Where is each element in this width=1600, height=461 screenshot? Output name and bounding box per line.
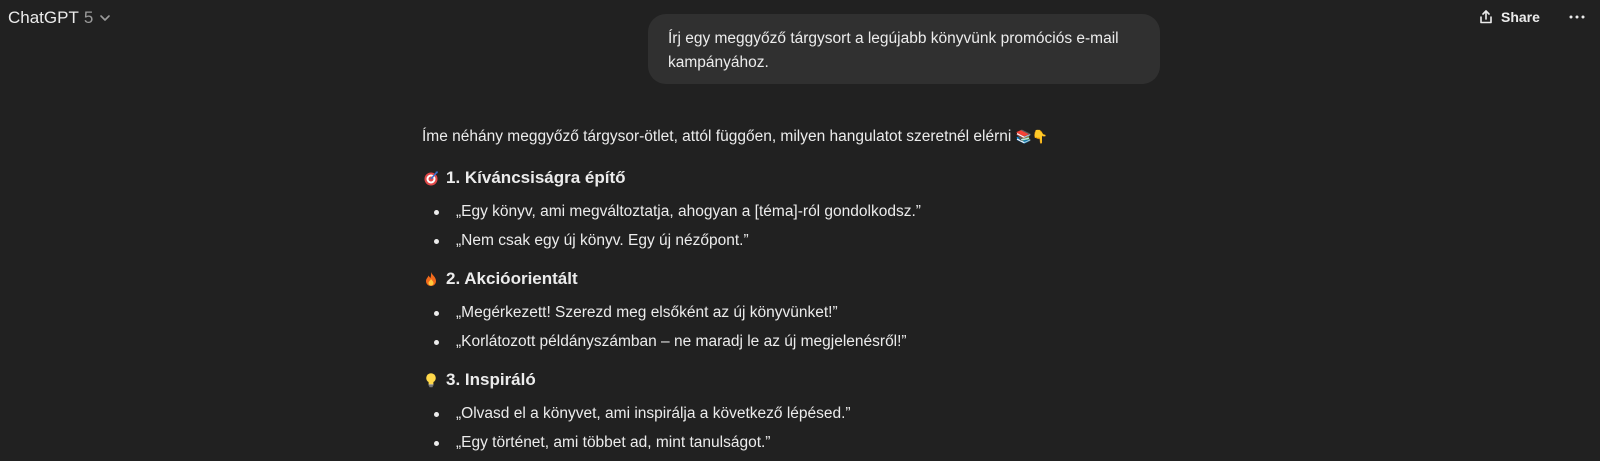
section-heading: 3. Inspiráló <box>422 367 1182 393</box>
fire-icon <box>422 270 440 288</box>
assistant-message: Íme néhány meggyőző tárgysor-ötlet, attó… <box>422 125 1182 457</box>
assistant-intro: Íme néhány meggyőző tárgysor-ötlet, attó… <box>422 125 1182 149</box>
section-action: 2. Akcióorientált „Megérkezett! Szerezd … <box>422 266 1182 356</box>
more-options-button[interactable] <box>1566 6 1588 28</box>
bullet-list: „Megérkezett! Szerezd meg elsőként az új… <box>422 298 1182 356</box>
section-curiosity: 1. Kíváncsiságra építő „Egy könyv, ami m… <box>422 165 1182 255</box>
target-icon <box>422 169 440 187</box>
list-item: „Egy könyv, ami megváltoztatja, ahogyan … <box>422 197 1182 226</box>
list-item: „Megérkezett! Szerezd meg elsőként az új… <box>422 298 1182 327</box>
ellipsis-icon <box>1569 15 1585 19</box>
user-message-line: Írj egy meggyőző tárgysort a legújabb kö… <box>668 30 1119 47</box>
section-title: 2. Akcióorientált <box>446 269 578 288</box>
chat-window: ChatGPT 5 Share Írj egy meggyőző tárgyso… <box>0 0 1600 461</box>
model-switcher[interactable]: ChatGPT 5 <box>8 6 111 30</box>
section-heading: 1. Kíváncsiságra építő <box>422 165 1182 191</box>
section-title: 1. Kíváncsiságra építő <box>446 168 626 187</box>
bullet-list: „Egy könyv, ami megváltoztatja, ahogyan … <box>422 197 1182 255</box>
model-version: 5 <box>83 8 94 27</box>
user-message-line: kampányához. <box>668 54 769 71</box>
share-button[interactable]: Share <box>1478 5 1540 29</box>
user-message-bubble: Írj egy meggyőző tárgysort a legújabb kö… <box>648 14 1160 84</box>
model-name: ChatGPT <box>8 8 79 27</box>
lightbulb-icon <box>422 371 440 389</box>
chevron-down-icon <box>99 12 111 24</box>
intro-text: Íme néhány meggyőző tárgysor-ötlet, attó… <box>422 128 1012 145</box>
section-inspiring: 3. Inspiráló „Olvasd el a könyvet, ami i… <box>422 367 1182 457</box>
share-label: Share <box>1501 9 1540 25</box>
bullet-list: „Olvasd el a könyvet, ami inspirálja a k… <box>422 399 1182 457</box>
list-item: „Korlátozott példányszámban – ne maradj … <box>422 327 1182 356</box>
section-title: 3. Inspiráló <box>446 370 536 389</box>
list-item: „Olvasd el a könyvet, ami inspirálja a k… <box>422 399 1182 428</box>
list-item: „Egy történet, ami többet ad, mint tanul… <box>422 428 1182 457</box>
books-pointing-down-emoji: 📚👇 <box>1015 129 1049 144</box>
share-icon <box>1478 9 1494 25</box>
list-item: „Nem csak egy új könyv. Egy új nézőpont.… <box>422 226 1182 255</box>
section-heading: 2. Akcióorientált <box>422 266 1182 292</box>
